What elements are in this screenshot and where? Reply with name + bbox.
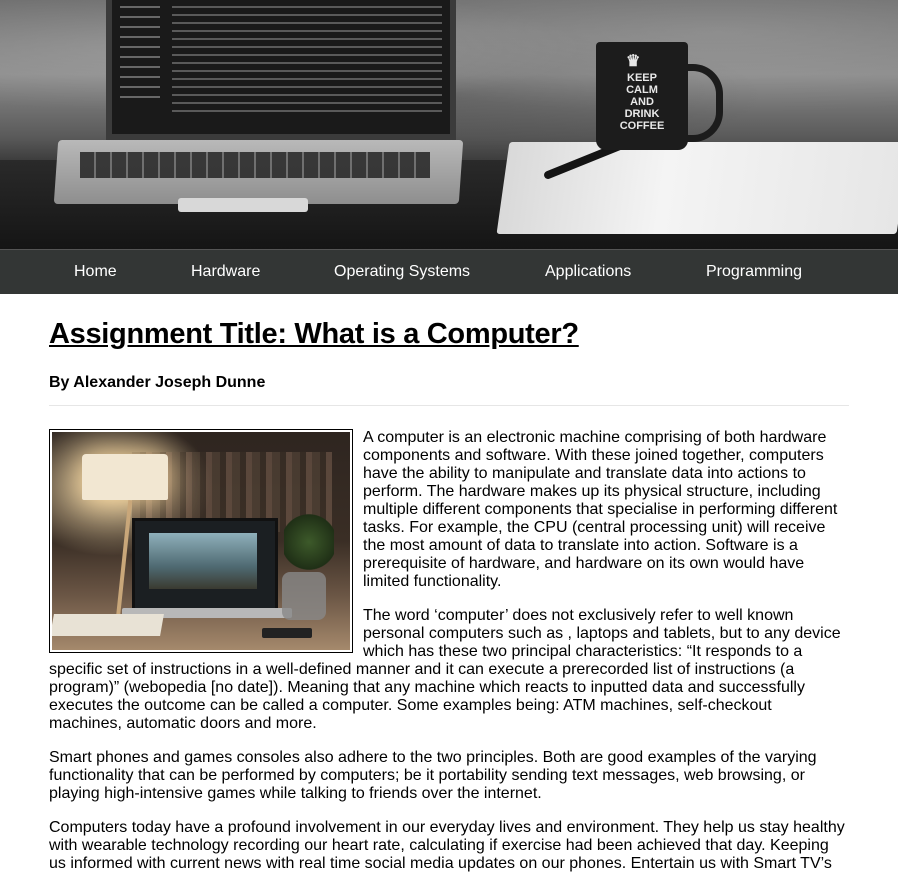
nav-link-programming[interactable]: Programming <box>706 250 802 294</box>
main-nav: Home Hardware Operating Systems Applicat… <box>0 249 898 294</box>
divider <box>49 405 849 406</box>
crown-icon: ♛ <box>626 53 641 70</box>
mug-text-line: KEEP <box>627 72 657 84</box>
page-title: Assignment Title: What is a Computer? <box>49 318 579 350</box>
photo-jar <box>282 572 326 620</box>
nav-link-operating-systems[interactable]: Operating Systems <box>334 250 470 294</box>
article-body: A computer is an electronic machine comp… <box>49 429 849 889</box>
photo-lamp-shade <box>82 454 168 500</box>
hero-laptop-keyboard <box>80 152 430 178</box>
photo-laptop-screen <box>132 518 278 614</box>
mug-text-line: DRINK <box>624 108 660 120</box>
nav-link-hardware[interactable]: Hardware <box>191 250 260 294</box>
laptop-desk-photo <box>52 432 350 650</box>
author-byline: By Alexander Joseph Dunne <box>49 374 266 391</box>
hero-laptop-screen <box>106 0 456 140</box>
paragraph: Smart phones and games consoles also adh… <box>49 749 817 802</box>
mug-text-line: COFFEE <box>619 120 665 132</box>
photo-lamp-stand <box>115 500 133 620</box>
mug-text-line: AND <box>630 96 654 108</box>
article-figure <box>49 429 353 653</box>
hero-code-sidebar <box>120 6 160 106</box>
hero-mug: ♛ KEEP CALM AND DRINK COFFEE <box>596 42 723 150</box>
hero-notebook <box>496 142 898 234</box>
photo-book <box>52 614 164 636</box>
hero-banner: ♛ KEEP CALM AND DRINK COFFEE <box>0 0 898 249</box>
nav-link-applications[interactable]: Applications <box>545 250 631 294</box>
photo-plant <box>284 512 334 572</box>
mug-text-line: CALM <box>626 84 658 96</box>
nav-link-home[interactable]: Home <box>74 250 117 294</box>
hero-code-lines <box>172 6 442 116</box>
photo-screen-image <box>149 533 257 589</box>
photo-phone <box>262 628 312 638</box>
hero-laptop-trackpad <box>178 198 308 212</box>
